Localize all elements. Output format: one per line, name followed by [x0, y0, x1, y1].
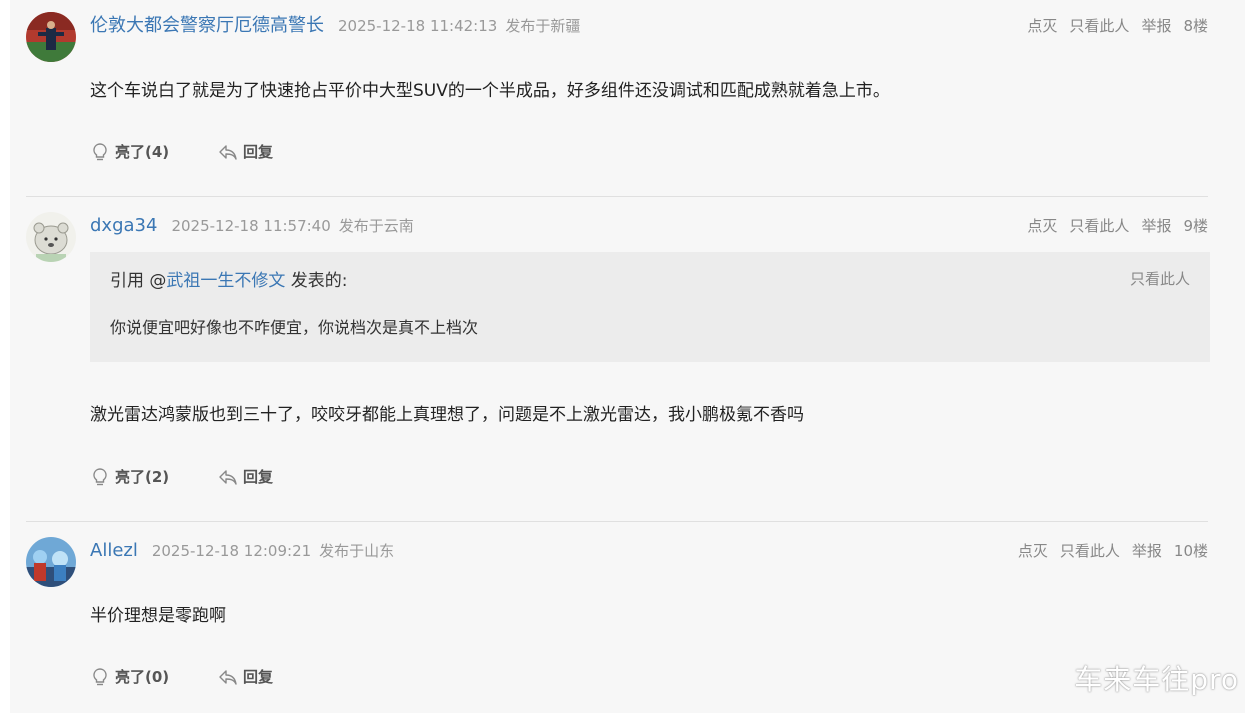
- location: 发布于新疆: [505, 17, 581, 35]
- like-button[interactable]: 亮了(2): [90, 465, 169, 489]
- comment-text: 半价理想是零跑啊: [90, 606, 226, 626]
- dim-button[interactable]: 点灭: [1027, 217, 1057, 235]
- lightbulb-icon: [93, 143, 107, 161]
- comment-buttons: 亮了(2) 回复: [90, 465, 273, 489]
- comment-actions: 点灭 只看此人 举报 10楼: [1006, 537, 1208, 565]
- avatar[interactable]: [26, 212, 76, 262]
- reply-arrow-icon: [219, 145, 237, 160]
- quote-suffix: 发表的:: [285, 271, 348, 291]
- dim-button[interactable]: 点灭: [1018, 542, 1048, 560]
- username[interactable]: 伦敦大都会警察厅厄德高警长: [90, 15, 324, 36]
- report-button[interactable]: 举报: [1141, 217, 1171, 235]
- comment-buttons: 亮了(0) 回复: [90, 665, 273, 689]
- comment-actions: 点灭 只看此人 举报 9楼: [1015, 212, 1208, 240]
- only-this-user-button[interactable]: 只看此人: [1060, 542, 1120, 560]
- reply-arrow-icon: [219, 670, 237, 685]
- comment-text: 激光雷达鸿蒙版也到三十了，咬咬牙都能上真理想了，问题是不上激光雷达，我小鹏极氪不…: [90, 405, 804, 425]
- reply-label: 回复: [242, 468, 273, 486]
- reply-button[interactable]: 回复: [218, 465, 273, 489]
- like-label: 亮了(0): [115, 668, 170, 686]
- lightbulb-icon: [93, 468, 107, 486]
- quote-prefix: 引用 @: [110, 271, 167, 291]
- location: 发布于云南: [338, 217, 414, 235]
- watermark: 车来车往pro: [1074, 663, 1239, 696]
- quote-text: 你说便宜吧好像也不咋便宜，你说档次是真不上档次: [110, 318, 479, 337]
- only-this-user-button[interactable]: 只看此人: [1069, 17, 1129, 35]
- reply-button[interactable]: 回复: [218, 140, 273, 164]
- avatar[interactable]: [26, 537, 76, 587]
- comment-buttons: 亮了(4) 回复: [90, 140, 273, 164]
- timestamp: 2025-12-18 11:42:13: [338, 17, 498, 35]
- floor-number: 8楼: [1183, 17, 1208, 35]
- dim-button[interactable]: 点灭: [1027, 17, 1057, 35]
- quote-header: 引用 @武祖一生不修文 发表的:: [110, 266, 348, 291]
- report-button[interactable]: 举报: [1141, 17, 1171, 35]
- timestamp: 2025-12-18 12:09:21: [151, 542, 312, 560]
- like-label: 亮了(2): [115, 468, 170, 486]
- divider: [26, 196, 1208, 197]
- lightbulb-icon: [93, 668, 107, 686]
- quote-only-this-user-button[interactable]: 只看此人: [1130, 268, 1190, 289]
- reply-arrow-icon: [219, 470, 237, 485]
- username[interactable]: Allezl: [90, 540, 138, 561]
- reply-button[interactable]: 回复: [218, 665, 273, 689]
- avatar[interactable]: [26, 12, 76, 62]
- comment-meta: 伦敦大都会警察厅厄德高警长 2025-12-18 11:42:13 发布于新疆: [90, 12, 580, 40]
- like-label: 亮了(4): [115, 143, 170, 161]
- comment-meta: Allezl 2025-12-18 12:09:21 发布于山东: [90, 537, 394, 565]
- timestamp: 2025-12-18 11:57:40: [171, 217, 331, 235]
- username[interactable]: dxga34: [90, 215, 157, 236]
- comment-text: 这个车说白了就是为了快速抢占平价中大型SUV的一个半成品，好多组件还没调试和匹配…: [90, 81, 890, 101]
- only-this-user-button[interactable]: 只看此人: [1069, 217, 1129, 235]
- comment-meta: dxga34 2025-12-18 11:57:40 发布于云南: [90, 212, 414, 240]
- like-button[interactable]: 亮了(0): [90, 665, 169, 689]
- comment-actions: 点灭 只看此人 举报 8楼: [1015, 12, 1208, 40]
- reply-label: 回复: [242, 668, 273, 686]
- divider: [26, 521, 1208, 522]
- reply-label: 回复: [242, 143, 273, 161]
- quote-block: 引用 @武祖一生不修文 发表的: 只看此人 你说便宜吧好像也不咋便宜，你说档次是…: [90, 252, 1210, 362]
- quoted-user-link[interactable]: 武祖一生不修文: [166, 271, 285, 291]
- floor-number: 9楼: [1183, 217, 1208, 235]
- floor-number: 10楼: [1173, 542, 1208, 560]
- report-button[interactable]: 举报: [1132, 542, 1162, 560]
- location: 发布于山东: [319, 542, 395, 560]
- like-button[interactable]: 亮了(4): [90, 140, 169, 164]
